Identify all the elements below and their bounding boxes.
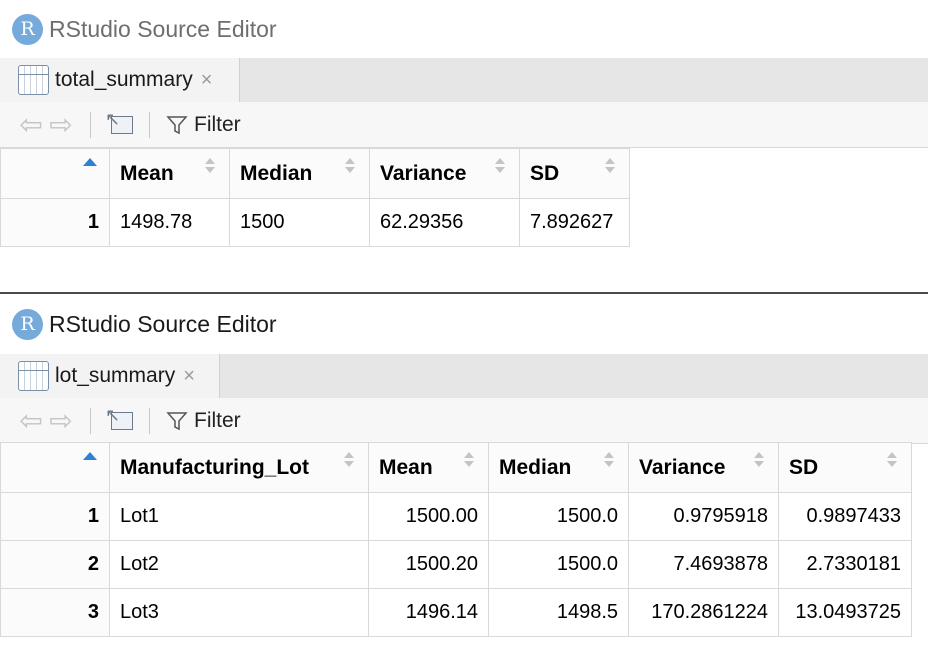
table-cell: Lot3 (109, 588, 369, 637)
rstudio-logo-icon: R (12, 13, 43, 45)
row-index: 1 (0, 492, 110, 541)
funnel-icon (164, 113, 190, 137)
sort-ascending-icon (83, 452, 97, 460)
row-index: 2 (0, 540, 110, 589)
table-cell: 170.2861224 (628, 588, 779, 637)
popout-window-icon[interactable]: ↖ (105, 405, 135, 434)
window-title: RStudio Source Editor (49, 15, 277, 42)
close-tab-icon[interactable]: × (183, 365, 195, 388)
window-title: RStudio Source Editor (49, 310, 277, 337)
sort-icon (345, 158, 355, 174)
table-cell: Lot2 (109, 540, 369, 589)
toolbar-divider (149, 111, 150, 138)
table-cell: 0.9897433 (778, 492, 912, 541)
table-row: 3 Lot3 1496.14 1498.5 170.2861224 13.049… (0, 588, 912, 637)
tab-lot-summary[interactable]: lot_summary × (0, 354, 220, 398)
table-cell: 1500 (229, 198, 370, 247)
viewer-toolbar: ⇦ ⇨ ↖ Filter (0, 398, 928, 444)
table-cell: 7.4693878 (628, 540, 779, 589)
sort-icon (205, 158, 215, 174)
filter-label: Filter (194, 112, 241, 136)
filter-label: Filter (194, 408, 241, 432)
sort-icon (754, 452, 764, 468)
column-header-sd[interactable]: SD (778, 442, 912, 493)
forward-arrow-icon[interactable]: ⇨ (46, 406, 76, 434)
table-cell: 1500.0 (488, 492, 629, 541)
table-cell: Lot1 (109, 492, 369, 541)
tab-bar: lot_summary × (0, 354, 928, 398)
table-cell: 1500.0 (488, 540, 629, 589)
column-header-median[interactable]: Median (488, 442, 629, 493)
data-table: Mean Median Variance SD 1 1498.78 1500 6… (0, 148, 630, 247)
table-cell: 7.892627 (519, 198, 630, 247)
sort-icon (344, 452, 354, 468)
data-grid-icon (18, 65, 49, 95)
close-tab-icon[interactable]: × (201, 69, 213, 92)
table-cell: 1500.00 (368, 492, 489, 541)
table-cell: 2.7330181 (778, 540, 912, 589)
tab-label: total_summary (55, 68, 193, 91)
table-cell: 0.9795918 (628, 492, 779, 541)
header-row: Manufacturing_Lot Mean Median Variance S… (0, 442, 912, 493)
back-arrow-icon[interactable]: ⇦ (16, 110, 46, 138)
toolbar-divider (90, 111, 91, 138)
tab-label: lot_summary (55, 364, 176, 387)
row-index: 3 (0, 588, 110, 637)
filter-button[interactable]: Filter (164, 409, 241, 433)
filter-button[interactable]: Filter (164, 113, 241, 137)
window-titlebar: R RStudio Source Editor (0, 0, 928, 58)
sort-icon (464, 452, 474, 468)
table-row: 1 1498.78 1500 62.29356 7.892627 (0, 198, 630, 247)
row-index: 1 (0, 198, 110, 247)
table-cell: 62.29356 (369, 198, 520, 247)
popout-window-icon[interactable]: ↖ (105, 109, 135, 138)
viewer-toolbar: ⇦ ⇨ ↖ Filter (0, 102, 928, 148)
table-cell: 1496.14 (368, 588, 489, 637)
source-editor-window-total-summary: R RStudio Source Editor total_summary × … (0, 0, 928, 292)
rstudio-logo-icon: R (12, 308, 43, 340)
sort-icon (604, 452, 614, 468)
table-cell: 1498.5 (488, 588, 629, 637)
toolbar-divider (149, 407, 150, 434)
column-header-median[interactable]: Median (229, 148, 370, 199)
table-cell: 1498.78 (109, 198, 230, 247)
column-header-manufacturing-lot[interactable]: Manufacturing_Lot (109, 442, 369, 493)
data-grid-icon (18, 361, 49, 391)
column-header-mean[interactable]: Mean (368, 442, 489, 493)
header-row: Mean Median Variance SD (0, 148, 630, 199)
funnel-icon (164, 409, 190, 433)
column-header-sd[interactable]: SD (519, 148, 630, 199)
table-cell: 13.0493725 (778, 588, 912, 637)
back-arrow-icon[interactable]: ⇦ (16, 406, 46, 434)
column-header-variance[interactable]: Variance (628, 442, 779, 493)
column-header-mean[interactable]: Mean (109, 148, 230, 199)
table-row: 2 Lot2 1500.20 1500.0 7.4693878 2.733018… (0, 540, 912, 589)
row-index-header[interactable] (0, 442, 110, 493)
data-table: Manufacturing_Lot Mean Median Variance S… (0, 442, 912, 637)
toolbar-divider (90, 407, 91, 434)
sort-icon (495, 158, 505, 174)
tab-bar: total_summary × (0, 58, 928, 102)
sort-icon (887, 452, 897, 468)
sort-ascending-icon (83, 158, 97, 166)
row-index-header[interactable] (0, 148, 110, 199)
tab-total-summary[interactable]: total_summary × (0, 58, 240, 102)
table-cell: 1500.20 (368, 540, 489, 589)
forward-arrow-icon[interactable]: ⇨ (46, 110, 76, 138)
source-editor-window-lot-summary: R RStudio Source Editor lot_summary × ⇦ … (0, 292, 928, 660)
sort-icon (605, 158, 615, 174)
column-header-variance[interactable]: Variance (369, 148, 520, 199)
window-titlebar: R RStudio Source Editor (0, 294, 928, 354)
table-row: 1 Lot1 1500.00 1500.0 0.9795918 0.989743… (0, 492, 912, 541)
